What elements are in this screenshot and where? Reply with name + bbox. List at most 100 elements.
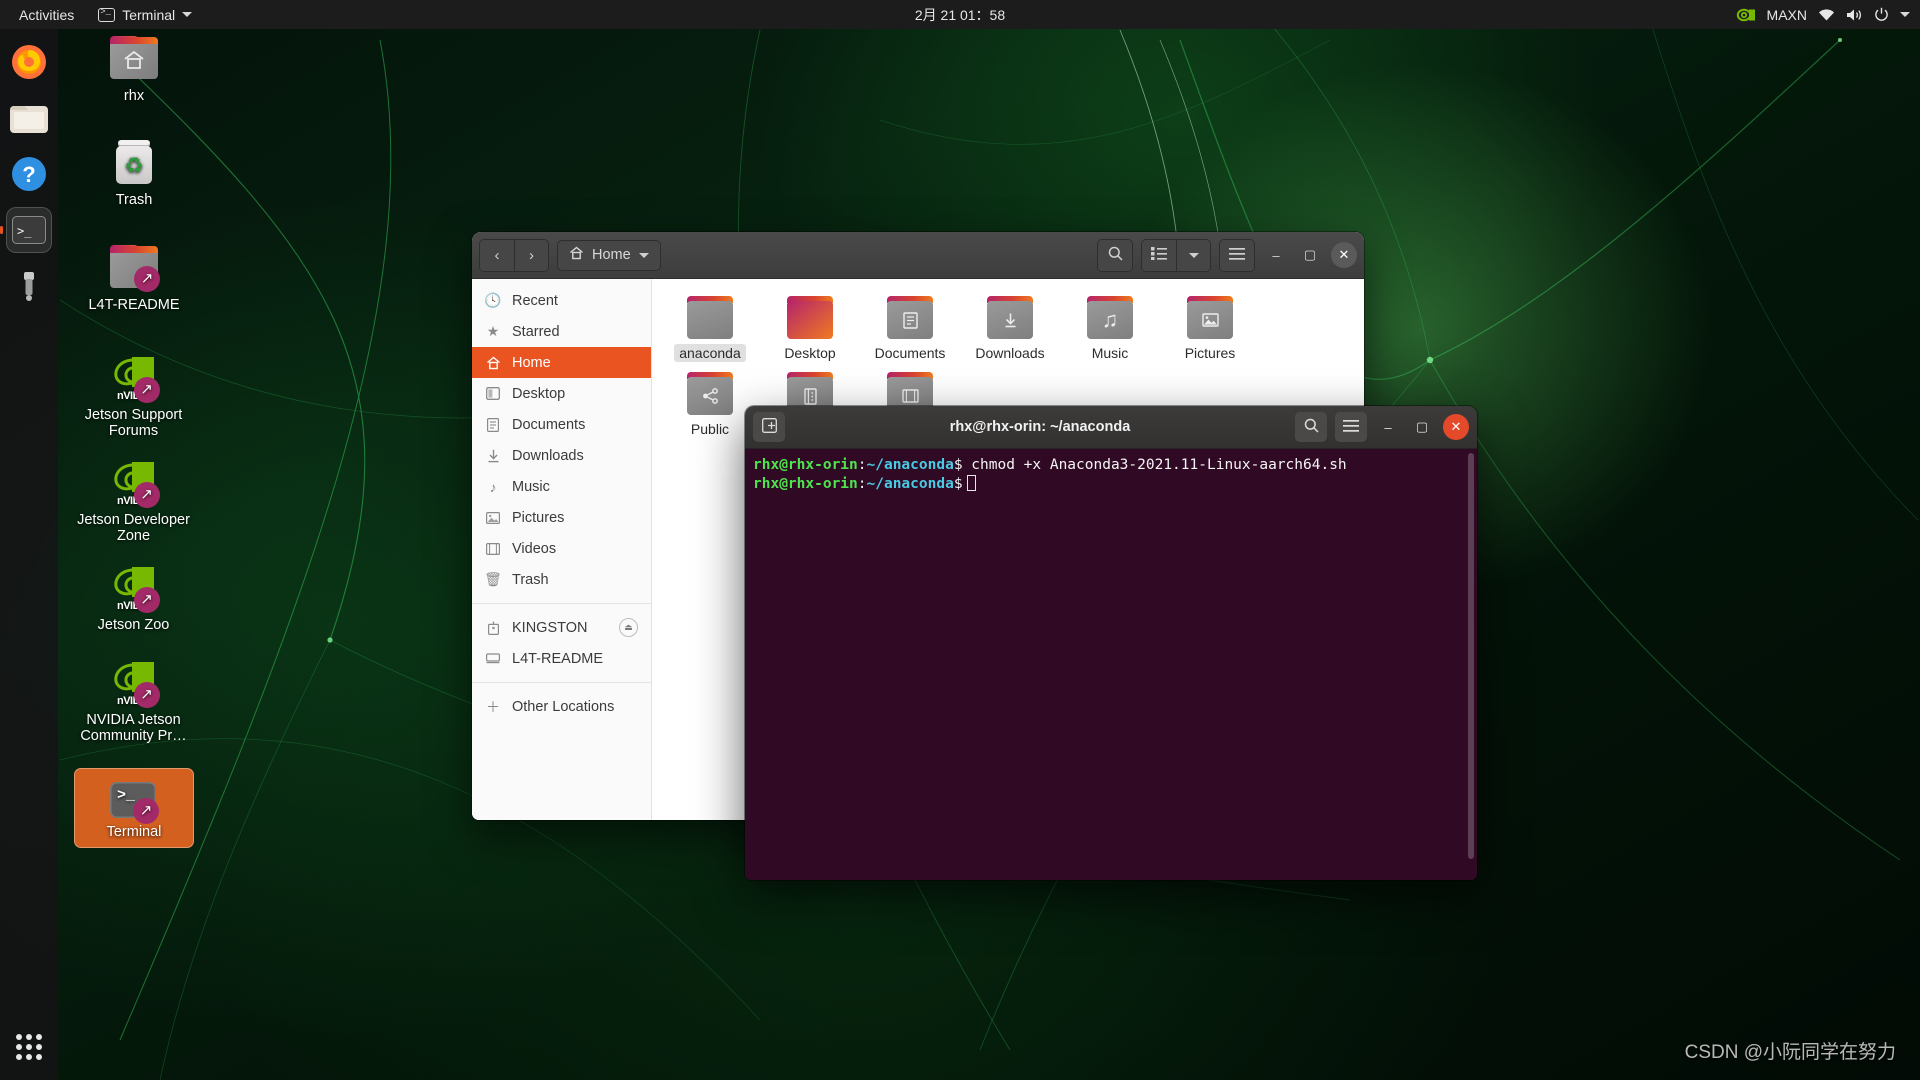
search-button[interactable] bbox=[1098, 240, 1132, 271]
nvidia-link-icon: nVIDIA ↗ bbox=[110, 355, 158, 403]
plus-icon: ＋ bbox=[485, 697, 501, 717]
file-item-pictures[interactable]: Pictures bbox=[1160, 291, 1260, 367]
back-button[interactable]: ‹ bbox=[480, 240, 514, 271]
desktop-icon-label: NVIDIA Jetson Community Pr… bbox=[66, 712, 201, 744]
forward-button[interactable]: › bbox=[514, 240, 548, 271]
file-item-desktop[interactable]: Desktop bbox=[760, 291, 860, 367]
music-folder-icon: ♫ bbox=[1087, 296, 1133, 339]
trash-icon: ♻ bbox=[110, 140, 158, 188]
file-item-music[interactable]: ♫ Music bbox=[1060, 291, 1160, 367]
sidebar-item-music[interactable]: ♪ Music bbox=[472, 471, 651, 502]
sidebar-item-l4t-readme[interactable]: L4T-README bbox=[472, 643, 651, 674]
desktop-icon-terminal[interactable]: ↗ Terminal bbox=[74, 768, 194, 848]
files-headerbar: ‹ › Home bbox=[472, 232, 1364, 279]
maximize-button[interactable]: ▢ bbox=[1297, 242, 1323, 268]
sidebar-item-trash[interactable]: 🗑 Trash bbox=[472, 564, 651, 595]
symlink-badge-icon: ↗ bbox=[134, 587, 160, 613]
nvidia-link-icon: nVIDIA ↗ bbox=[110, 660, 158, 708]
sidebar-item-recent[interactable]: 🕓 Recent bbox=[472, 285, 651, 316]
desktop-icon-rhx[interactable]: rhx bbox=[74, 36, 194, 104]
activities-button[interactable]: Activities bbox=[10, 3, 83, 27]
power-mode-label: MAXN bbox=[1767, 7, 1807, 23]
terminal-prompt-symbol: $ bbox=[954, 457, 963, 473]
desktop-icon-nvidia-jetson-community[interactable]: nVIDIA ↗ NVIDIA Jetson Community Pr… bbox=[66, 660, 201, 744]
sidebar-item-other-locations[interactable]: ＋ Other Locations bbox=[472, 691, 651, 722]
eject-button[interactable]: ⏏ bbox=[619, 618, 638, 637]
terminal-cursor bbox=[967, 475, 976, 491]
maximize-button[interactable]: ▢ bbox=[1409, 414, 1435, 440]
nvidia-link-icon: nVIDIA ↗ bbox=[110, 565, 158, 613]
dock-item-firefox[interactable] bbox=[6, 39, 52, 85]
dock-item-files[interactable] bbox=[6, 95, 52, 141]
sidebar-item-starred[interactable]: ★ Starred bbox=[472, 316, 651, 347]
dock-item-help[interactable]: ? bbox=[6, 151, 52, 197]
close-button[interactable]: ✕ bbox=[1331, 242, 1357, 268]
path-label: Home bbox=[592, 247, 631, 263]
new-tab-button[interactable] bbox=[753, 412, 785, 442]
system-status-area[interactable]: MAXN bbox=[1736, 7, 1910, 23]
chevron-down-icon[interactable] bbox=[1900, 12, 1910, 17]
dock-item-usb-creator[interactable] bbox=[6, 263, 52, 309]
document-icon bbox=[485, 418, 501, 432]
terminal-scrollbar[interactable] bbox=[1468, 453, 1474, 859]
terminal-output[interactable]: rhx@rhx-orin:~/anaconda$ chmod +x Anacon… bbox=[745, 449, 1477, 880]
dock-item-terminal[interactable]: >_ bbox=[6, 207, 52, 253]
file-item-label: Documents bbox=[870, 344, 951, 362]
app-menu-terminal[interactable]: Terminal bbox=[89, 3, 201, 27]
wifi-icon bbox=[1818, 8, 1835, 21]
desktop-icon-trash[interactable]: ♻ Trash bbox=[74, 140, 194, 208]
desktop-icon-label: rhx bbox=[124, 88, 144, 104]
path-bar-home[interactable]: Home bbox=[557, 240, 661, 271]
view-dropdown-button[interactable] bbox=[1176, 240, 1210, 271]
desktop-icon-jetson-support-forums[interactable]: nVIDIA ↗ Jetson Support Forums bbox=[66, 355, 201, 439]
desktop-icon-l4t-readme[interactable]: ↗ L4T-README bbox=[74, 245, 194, 313]
minimize-button[interactable]: ‒ bbox=[1263, 242, 1289, 268]
terminal-prompt-separator: : bbox=[858, 476, 867, 492]
sidebar-item-label: Starred bbox=[512, 324, 560, 340]
desktop-icon-jetson-zoo[interactable]: nVIDIA ↗ Jetson Zoo bbox=[66, 565, 201, 633]
folder-link-icon: ↗ bbox=[110, 245, 158, 293]
sidebar-item-videos[interactable]: Videos bbox=[472, 533, 651, 564]
search-icon bbox=[1304, 418, 1319, 437]
nvidia-logo-icon bbox=[1736, 8, 1756, 22]
sidebar-item-pictures[interactable]: Pictures bbox=[472, 502, 651, 533]
terminal-prompt-path: ~/anaconda bbox=[867, 476, 954, 492]
sidebar-item-label: Downloads bbox=[512, 448, 584, 464]
view-list-button[interactable] bbox=[1142, 240, 1176, 271]
terminal-menu-button[interactable] bbox=[1335, 412, 1367, 442]
music-icon: ♪ bbox=[485, 479, 501, 495]
nav-buttons: ‹ › bbox=[479, 239, 549, 272]
close-button[interactable]: ✕ bbox=[1443, 414, 1469, 440]
clock-button[interactable]: 2月 21 01：58 bbox=[915, 5, 1005, 25]
file-item-anaconda[interactable]: anaconda bbox=[660, 291, 760, 367]
sidebar-item-documents[interactable]: Documents bbox=[472, 409, 651, 440]
documents-folder-icon bbox=[887, 296, 933, 339]
file-item-downloads[interactable]: Downloads bbox=[960, 291, 1060, 367]
sidebar-item-label: Music bbox=[512, 479, 550, 495]
top-bar: Activities Terminal 2月 21 01：58 MAXN bbox=[0, 0, 1920, 29]
dock-running-indicator bbox=[0, 226, 3, 234]
file-item-documents[interactable]: Documents bbox=[860, 291, 960, 367]
minimize-icon: ‒ bbox=[1272, 248, 1279, 263]
svg-text:>_: >_ bbox=[17, 224, 32, 238]
sidebar-item-desktop[interactable]: Desktop bbox=[472, 378, 651, 409]
show-applications-button[interactable] bbox=[16, 1034, 42, 1060]
new-tab-icon bbox=[762, 418, 777, 437]
file-item-label: Desktop bbox=[779, 344, 840, 362]
terminal-search-button[interactable] bbox=[1295, 412, 1327, 442]
search-icon bbox=[1108, 246, 1123, 265]
hamburger-menu-button[interactable] bbox=[1220, 240, 1254, 271]
sidebar-divider bbox=[472, 603, 651, 604]
public-folder-icon bbox=[687, 372, 733, 415]
show-applications-icon bbox=[16, 1034, 42, 1060]
minimize-button[interactable]: ‒ bbox=[1375, 414, 1401, 440]
terminal-prompt-path: ~/anaconda bbox=[867, 457, 954, 473]
desktop-icon-label: Jetson Support Forums bbox=[66, 407, 201, 439]
sidebar-item-home[interactable]: Home bbox=[472, 347, 651, 378]
pictures-folder-icon bbox=[1187, 296, 1233, 339]
watermark: CSDN @小阮同学在努力 bbox=[1685, 1037, 1896, 1064]
sidebar-item-downloads[interactable]: Downloads bbox=[472, 440, 651, 471]
terminal-window: rhx@rhx-orin: ~/anaconda ‒ ▢ ✕ rhx@rhx-o… bbox=[745, 406, 1477, 880]
desktop-icon-jetson-developer-zone[interactable]: nVIDIA ↗ Jetson Developer Zone bbox=[66, 460, 201, 544]
sidebar-item-kingston[interactable]: KINGSTON ⏏ bbox=[472, 612, 651, 643]
